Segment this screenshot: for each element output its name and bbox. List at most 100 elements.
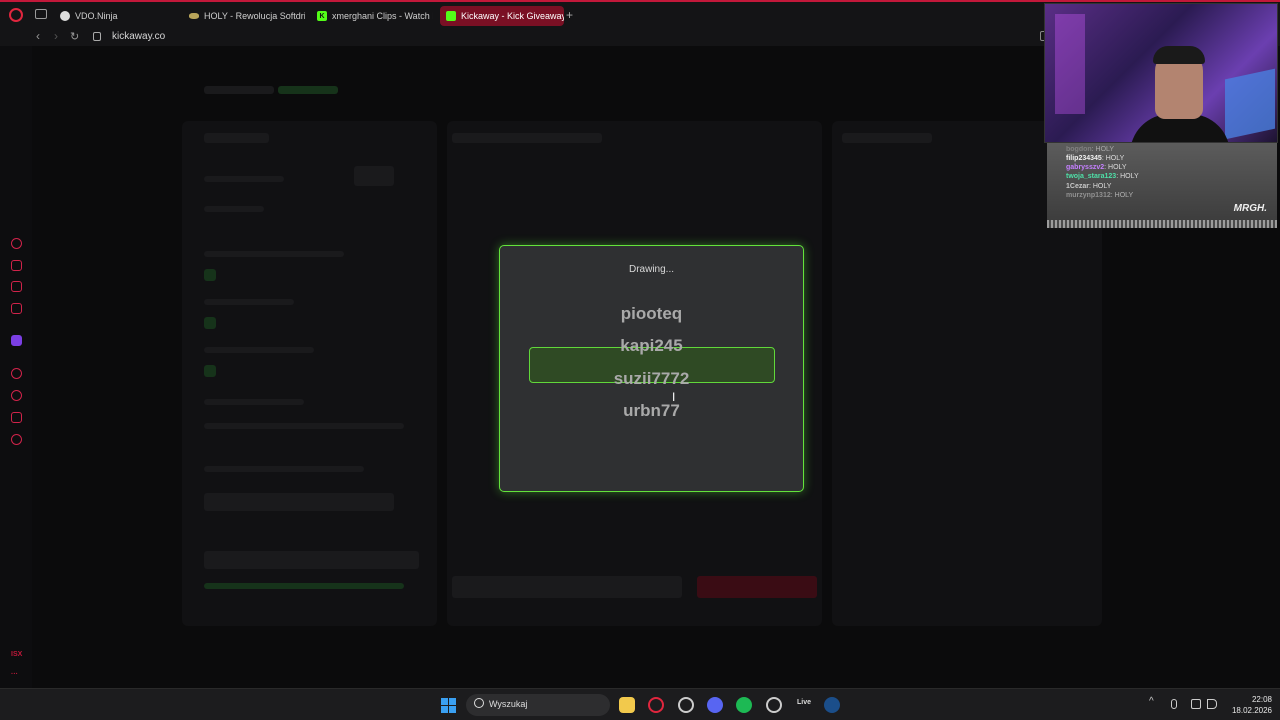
chat-text: HOLY xyxy=(1105,155,1125,162)
setting-row xyxy=(204,347,314,353)
search-placeholder: Wyszukaj xyxy=(489,699,528,709)
taskbar: Wyszukaj Live ^ 22:08 18.02.2026 xyxy=(0,688,1280,720)
cam-monitor xyxy=(1225,68,1275,140)
tab-title: Kickaway - Kick Giveaway xyxy=(461,11,564,21)
chat-user: gabrysszv2 xyxy=(1066,164,1105,171)
clock-time: 22:08 xyxy=(1251,695,1272,704)
chat-text: HOLY xyxy=(1092,183,1112,190)
microphone-icon[interactable] xyxy=(1171,699,1177,709)
bag-icon[interactable] xyxy=(11,260,22,271)
spotify-icon[interactable] xyxy=(736,697,752,713)
holy-icon xyxy=(189,13,199,19)
tab-title: xmerghani Clips - Watch L xyxy=(332,11,433,21)
windows-start-icon[interactable] xyxy=(441,698,456,713)
app-logo-accent xyxy=(278,86,338,94)
more-icon[interactable]: ··· xyxy=(11,671,18,678)
chat-message: gabrysszv2: HOLY xyxy=(1066,164,1127,171)
tab-kickaway[interactable]: Kickaway - Kick Giveaway xyxy=(440,6,564,26)
setting-row xyxy=(204,251,344,257)
discord-icon[interactable] xyxy=(707,697,723,713)
kickaway-icon xyxy=(446,11,456,21)
draw-button[interactable] xyxy=(697,576,817,598)
chat-user: 1Cezar xyxy=(1066,183,1089,190)
system-clock[interactable]: 22:08 18.02.2026 xyxy=(1224,694,1272,716)
channel-logo: MRGH. xyxy=(1233,203,1267,214)
text-cursor-icon: I xyxy=(672,390,676,404)
tab-title: HOLY - Rewolucja Softdri xyxy=(204,11,305,21)
network-icon[interactable] xyxy=(1191,699,1201,709)
setting-button[interactable] xyxy=(204,551,419,569)
chat-message: 1Cezar: HOLY xyxy=(1066,183,1112,190)
gear-app-icon[interactable] xyxy=(766,697,782,713)
drawing-status: Drawing... xyxy=(628,264,674,275)
chat-message: twoja_stara123: HOLY xyxy=(1066,173,1139,180)
opera-taskbar-icon[interactable] xyxy=(648,697,664,713)
setting-link[interactable] xyxy=(204,583,404,589)
chat-text: HOLY xyxy=(1108,164,1127,171)
history-icon[interactable] xyxy=(11,390,22,401)
opera-logo-icon[interactable] xyxy=(9,8,23,22)
setting-row xyxy=(204,176,284,182)
tab-xmerghani-clips[interactable]: K xmerghani Clips - Watch L xyxy=(311,6,433,26)
settings-heading xyxy=(204,133,269,143)
participants-heading xyxy=(452,133,602,143)
clock-date: 18.02.2026 xyxy=(1231,706,1272,715)
messenger-icon[interactable] xyxy=(11,303,22,314)
drawing-modal: Drawing... piooteq kapi245 suzii7772 urb… xyxy=(499,245,804,492)
app-logo xyxy=(204,86,274,94)
chat-user: twoja_stara123 xyxy=(1066,173,1117,180)
chat-user: filip234345 xyxy=(1066,155,1102,162)
tab-holy[interactable]: HOLY - Rewolucja Softdri xyxy=(183,6,305,26)
chat-text: HOLY xyxy=(1095,146,1115,153)
setting-input[interactable] xyxy=(204,493,394,511)
webcam-overlay xyxy=(1044,3,1278,143)
obs-icon[interactable] xyxy=(678,697,694,713)
back-icon[interactable]: ‹ xyxy=(36,29,40,43)
setting-toggle[interactable] xyxy=(204,317,216,329)
search-icon xyxy=(474,698,484,708)
url-field[interactable]: kickaway.co xyxy=(112,31,165,42)
settings-panel xyxy=(182,121,437,626)
chat-message: filip234345: HOLY xyxy=(1066,155,1125,162)
name-slot: urbn77 xyxy=(623,401,680,420)
settings-icon[interactable] xyxy=(11,434,22,445)
taskbar-search[interactable]: Wyszukaj xyxy=(466,694,610,716)
sidebar-label: ISX xyxy=(11,651,23,658)
reload-icon[interactable]: ↻ xyxy=(70,30,79,43)
chat-text: HOLY xyxy=(1120,173,1139,180)
player-icon[interactable] xyxy=(11,368,22,379)
live-app-icon[interactable]: Live xyxy=(797,699,811,706)
setting-toggle[interactable] xyxy=(204,269,216,281)
volume-icon[interactable] xyxy=(1207,699,1217,709)
setting-input[interactable] xyxy=(354,166,394,186)
name-slot-selected: suzii7772 xyxy=(613,369,690,388)
screen: VDO.Ninja HOLY - Rewolucja Softdri K xme… xyxy=(0,0,1280,720)
file-explorer-icon[interactable] xyxy=(619,697,635,713)
chat-user: murzynp1312 xyxy=(1066,192,1111,199)
setting-row xyxy=(204,466,364,472)
chat-icon[interactable] xyxy=(11,281,22,292)
setting-row xyxy=(204,206,264,212)
winners-heading xyxy=(842,133,932,143)
setting-row xyxy=(204,399,304,405)
forward-icon[interactable]: › xyxy=(54,29,58,43)
chat-decoration xyxy=(1047,220,1277,228)
chat-text: HOLY xyxy=(1114,192,1134,199)
lock-icon xyxy=(93,32,101,41)
steam-icon[interactable] xyxy=(824,697,840,713)
new-tab-icon[interactable]: + xyxy=(566,8,573,22)
aria-icon[interactable] xyxy=(11,238,22,249)
participants-input[interactable] xyxy=(452,576,682,598)
chevron-up-icon[interactable]: ^ xyxy=(1149,696,1159,707)
twitch-icon[interactable] xyxy=(11,335,22,346)
tab-vdo-ninja[interactable]: VDO.Ninja xyxy=(54,6,180,26)
cam-streamer-cap xyxy=(1153,46,1205,64)
chat-message: bogdon: HOLY xyxy=(1066,146,1115,153)
name-slot: piooteq xyxy=(620,304,683,323)
setting-toggle[interactable] xyxy=(204,365,216,377)
setting-row xyxy=(204,299,294,305)
opera-sidebar: ISX ··· xyxy=(0,46,32,688)
kick-icon: K xyxy=(317,11,327,21)
pin-icon[interactable] xyxy=(11,412,22,423)
tab-menu-icon[interactable] xyxy=(35,9,47,19)
